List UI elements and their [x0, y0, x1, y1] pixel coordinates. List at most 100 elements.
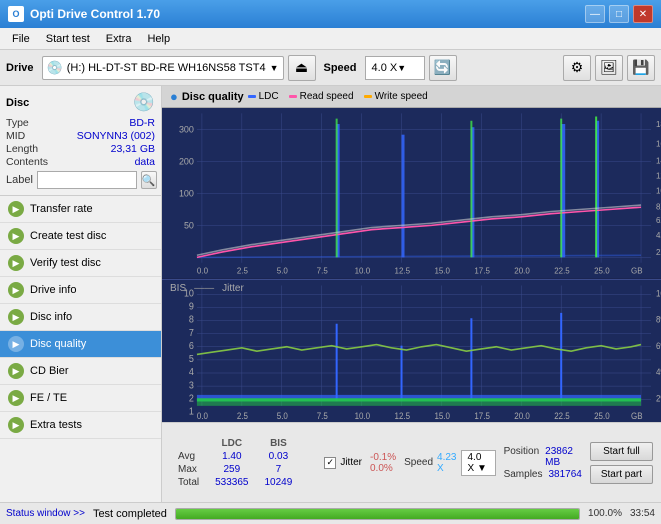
contents-value: data — [135, 156, 155, 168]
svg-text:4: 4 — [189, 366, 194, 377]
svg-text:20.0: 20.0 — [514, 266, 530, 275]
sidebar-item-transfer-rate[interactable]: ▶ Transfer rate — [0, 196, 161, 223]
menu-extra[interactable]: Extra — [98, 31, 140, 47]
max-jitter: 0.0% — [370, 463, 393, 474]
chart-panel: ● Disc quality LDC Read speed Write spee… — [162, 86, 661, 502]
chart-header: ● Disc quality LDC Read speed Write spee… — [162, 86, 661, 108]
sidebar-item-disc-quality[interactable]: ▶ Disc quality — [0, 331, 161, 358]
image-button[interactable]: 🖼 — [595, 55, 623, 81]
stats-area: LDC BIS Avg 1.40 0.03 Max — [162, 422, 661, 502]
speed-dropdown[interactable]: 4.0 X ▼ — [461, 450, 496, 476]
sidebar-item-drive-info[interactable]: ▶ Drive info — [0, 277, 161, 304]
svg-text:7.5: 7.5 — [317, 410, 328, 420]
svg-text:17.5: 17.5 — [474, 266, 490, 275]
maximize-button[interactable]: □ — [609, 5, 629, 23]
transfer-rate-icon: ▶ — [8, 201, 24, 217]
type-value: BD-R — [129, 117, 155, 129]
sidebar-item-fe-te[interactable]: ▶ FE / TE — [0, 385, 161, 412]
start-full-button[interactable]: Start full — [590, 442, 653, 461]
app-icon: O — [8, 6, 24, 22]
read-speed-legend-dot — [289, 95, 297, 98]
svg-text:5.0: 5.0 — [277, 266, 288, 275]
elapsed-time: 33:54 — [630, 508, 655, 519]
settings-button[interactable]: ⚙ — [563, 55, 591, 81]
drive-info-icon: ▶ — [8, 282, 24, 298]
nav-label-create-test-disc: Create test disc — [30, 230, 106, 242]
nav-label-disc-quality: Disc quality — [30, 338, 86, 350]
ldc-chart: 300 200 100 50 18X 16X 14X 12X 10X 8X 6X… — [162, 108, 661, 279]
svg-text:0.0: 0.0 — [197, 266, 208, 275]
sidebar-item-create-test-disc[interactable]: ▶ Create test disc — [0, 223, 161, 250]
drive-value: (H:) HL-DT-ST BD-RE WH16NS58 TST4 — [67, 62, 266, 74]
svg-text:100: 100 — [179, 188, 194, 198]
svg-text:9: 9 — [189, 300, 194, 311]
speed-selector[interactable]: 4.0 X ▼ — [365, 56, 425, 80]
nav-label-verify-test-disc: Verify test disc — [30, 257, 101, 269]
disc-info-icon: ▶ — [8, 309, 24, 325]
nav-label-transfer-rate: Transfer rate — [30, 203, 93, 215]
svg-text:4X: 4X — [656, 231, 661, 240]
sidebar-item-verify-test-disc[interactable]: ▶ Verify test disc — [0, 250, 161, 277]
label-browse-button[interactable]: 🔍 — [141, 171, 157, 189]
svg-text:2%: 2% — [656, 393, 661, 403]
menu-help[interactable]: Help — [139, 31, 178, 47]
svg-text:12.5: 12.5 — [395, 410, 411, 420]
svg-text:12.5: 12.5 — [395, 266, 411, 275]
svg-text:1: 1 — [189, 405, 194, 416]
menu-start-test[interactable]: Start test — [38, 31, 98, 47]
position-label: Position — [504, 446, 540, 468]
minimize-button[interactable]: — — [585, 5, 605, 23]
jitter-checkbox[interactable]: ✓ — [324, 457, 336, 469]
menu-file[interactable]: File — [4, 31, 38, 47]
chart-panel-icon: ● — [170, 89, 178, 104]
svg-text:7: 7 — [189, 326, 194, 337]
status-bar: Status window >> Test completed 100.0% 3… — [0, 502, 661, 524]
status-window-button[interactable]: Status window >> — [6, 508, 85, 519]
bis-chart: BIS —— Jitter — [162, 279, 661, 422]
speed-info: Speed 4.23 X 4.0 X ▼ — [404, 450, 495, 476]
svg-text:2.5: 2.5 — [237, 410, 248, 420]
eject-button[interactable]: ⏏ — [288, 55, 316, 81]
disc-icon: 💿 — [133, 92, 155, 113]
svg-text:8%: 8% — [656, 314, 661, 324]
drive-label: Drive — [6, 62, 34, 74]
write-speed-legend-label: Write speed — [375, 91, 428, 102]
svg-text:200: 200 — [179, 156, 194, 166]
type-label: Type — [6, 117, 29, 129]
sidebar-item-disc-info[interactable]: ▶ Disc info — [0, 304, 161, 331]
read-speed-legend-label: Read speed — [300, 91, 354, 102]
svg-text:4%: 4% — [656, 367, 661, 377]
title-bar: O Opti Drive Control 1.70 — □ ✕ — [0, 0, 661, 28]
action-buttons: Start full Start part — [590, 442, 653, 484]
speed-value: 4.0 X — [372, 62, 398, 74]
app-title: Opti Drive Control 1.70 — [30, 7, 160, 21]
start-part-button[interactable]: Start part — [590, 465, 653, 484]
svg-text:10%: 10% — [656, 288, 661, 298]
sidebar-item-cd-bier[interactable]: ▶ CD Bier — [0, 358, 161, 385]
save-button[interactable]: 💾 — [627, 55, 655, 81]
toolbar: Drive 💿 (H:) HL-DT-ST BD-RE WH16NS58 TST… — [0, 50, 661, 86]
samples-label: Samples — [504, 469, 543, 480]
cd-bier-icon: ▶ — [8, 363, 24, 379]
position-value: 23862 MB — [545, 446, 582, 468]
length-value: 23,31 GB — [111, 143, 155, 155]
close-button[interactable]: ✕ — [633, 5, 653, 23]
mid-label: MID — [6, 130, 25, 142]
drive-selector[interactable]: 💿 (H:) HL-DT-ST BD-RE WH16NS58 TST4 ▼ — [42, 56, 284, 80]
svg-text:50: 50 — [184, 220, 194, 230]
menu-bar: File Start test Extra Help — [0, 28, 661, 50]
svg-text:22.5: 22.5 — [554, 266, 570, 275]
avg-jitter: -0.1% — [370, 452, 396, 463]
sidebar-item-extra-tests[interactable]: ▶ Extra tests — [0, 412, 161, 439]
sidebar: Disc 💿 Type BD-R MID SONYNN3 (002) Lengt… — [0, 86, 162, 502]
svg-text:15.0: 15.0 — [434, 410, 450, 420]
nav-label-extra-tests: Extra tests — [30, 419, 82, 431]
svg-text:5.0: 5.0 — [277, 410, 288, 420]
svg-text:8X: 8X — [656, 202, 661, 211]
refresh-button[interactable]: 🔄 — [429, 55, 457, 81]
verify-test-disc-icon: ▶ — [8, 255, 24, 271]
svg-text:0.0: 0.0 — [197, 410, 208, 420]
speed-label: Speed — [324, 62, 357, 74]
label-input[interactable] — [37, 171, 137, 189]
nav-label-cd-bier: CD Bier — [30, 365, 69, 377]
